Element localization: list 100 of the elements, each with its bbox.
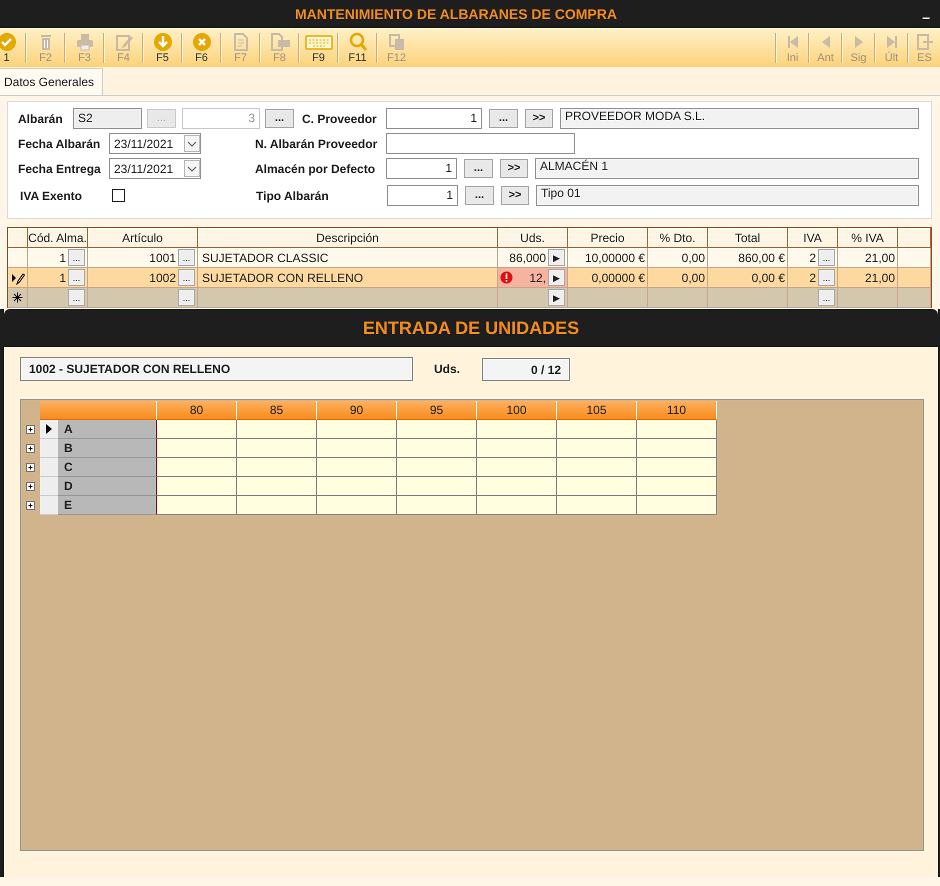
browse-button[interactable]: ... <box>489 109 518 128</box>
browse-button[interactable]: ... <box>178 289 195 306</box>
jump-button[interactable]: >> <box>501 186 529 205</box>
expand-icon[interactable] <box>25 424 36 435</box>
input-cell[interactable] <box>317 439 397 458</box>
input-cell[interactable] <box>397 477 477 496</box>
dropdown-icon[interactable] <box>184 135 200 152</box>
input-cell[interactable] <box>477 458 557 477</box>
expand-icon[interactable] <box>25 500 36 511</box>
input-cell[interactable] <box>157 439 237 458</box>
browse-button[interactable]: ... <box>818 249 835 266</box>
checkbox[interactable] <box>112 189 125 202</box>
dropdown-icon[interactable] <box>184 160 200 177</box>
browse-button[interactable]: ... <box>178 249 195 266</box>
toolbar-button[interactable]: F11 <box>339 30 376 66</box>
input-cell[interactable] <box>157 496 237 515</box>
row-selector[interactable] <box>40 420 58 439</box>
input-cell[interactable] <box>157 458 237 477</box>
toolbar-button[interactable]: 1 <box>0 30 25 66</box>
table-cell: 1 <box>59 250 66 264</box>
input-cell[interactable] <box>637 496 717 515</box>
text-field[interactable] <box>386 133 575 154</box>
input-cell[interactable] <box>557 439 637 458</box>
input-cell[interactable] <box>157 420 237 439</box>
minimize-button[interactable]: – <box>922 3 930 25</box>
jump-button[interactable]: >> <box>525 109 553 128</box>
input-cell[interactable] <box>317 458 397 477</box>
column-header: 105 <box>557 401 637 420</box>
expand-icon[interactable] <box>25 481 36 492</box>
column-header: 100 <box>477 401 557 420</box>
toolbar-button[interactable]: F9 <box>300 30 337 66</box>
table-cell: 0,00 <box>682 270 705 284</box>
input-cell[interactable] <box>237 458 317 477</box>
browse-button[interactable]: ... <box>818 289 835 306</box>
input-cell[interactable] <box>317 477 397 496</box>
browse-button[interactable]: ... <box>68 289 85 306</box>
row-header: A <box>58 420 157 439</box>
input-cell[interactable] <box>237 496 317 515</box>
date-field[interactable]: 23/11/2021 <box>109 158 201 179</box>
input-cell[interactable] <box>637 477 717 496</box>
input-cell[interactable] <box>637 458 717 477</box>
input-cell[interactable] <box>397 458 477 477</box>
table-cell: 2 <box>809 250 816 264</box>
arrow-down-circle-icon <box>152 32 172 52</box>
input-cell[interactable] <box>637 420 717 439</box>
expand-icon[interactable] <box>25 462 36 473</box>
input-cell[interactable] <box>237 439 317 458</box>
browse-button[interactable]: ... <box>818 269 835 286</box>
input-cell[interactable] <box>157 477 237 496</box>
toolbar-button[interactable]: F5 <box>144 30 181 66</box>
column-header: 110 <box>637 401 717 420</box>
code-field[interactable]: 1 <box>387 185 458 206</box>
expand-button[interactable]: ▶ <box>548 249 565 266</box>
series-field[interactable]: S2 <box>73 108 142 129</box>
expand-button[interactable]: ▶ <box>548 289 565 306</box>
input-cell[interactable] <box>317 496 397 515</box>
toolbar-button[interactable]: F6 <box>183 30 220 66</box>
field-label: Fecha Albarán <box>18 136 102 150</box>
table-cell: 10,00000 € <box>584 250 645 264</box>
browse-button[interactable]: ... <box>68 269 85 286</box>
input-cell[interactable] <box>557 496 637 515</box>
expand-button[interactable]: ▶ <box>548 269 565 286</box>
field-label: IVA Exento <box>20 188 84 202</box>
table-cell: 1 <box>59 270 66 284</box>
browse-button[interactable]: ... <box>465 186 494 205</box>
input-cell[interactable] <box>397 420 477 439</box>
column-header: 85 <box>237 401 317 420</box>
printer-icon <box>74 32 94 52</box>
browse-button[interactable]: ... <box>265 109 294 128</box>
input-cell[interactable] <box>637 439 717 458</box>
table-cell: 86,000 <box>509 250 546 264</box>
name-field: Tipo 01 <box>536 185 919 206</box>
row-header: B <box>58 439 157 458</box>
browse-button[interactable]: ... <box>178 269 195 286</box>
input-cell[interactable] <box>477 477 557 496</box>
input-cell[interactable] <box>317 420 397 439</box>
code-field[interactable]: 1 <box>386 108 482 129</box>
input-cell[interactable] <box>237 420 317 439</box>
table-cell: 1001 <box>149 250 176 264</box>
tab[interactable]: Datos Generales <box>0 68 104 95</box>
input-cell[interactable] <box>397 439 477 458</box>
input-cell[interactable] <box>237 477 317 496</box>
jump-button[interactable]: >> <box>500 159 528 178</box>
input-cell[interactable] <box>557 458 637 477</box>
input-cell[interactable] <box>397 496 477 515</box>
table-cell: 0,00 <box>682 250 705 264</box>
column-header: 80 <box>157 401 237 420</box>
input-cell[interactable] <box>557 420 637 439</box>
input-cell[interactable] <box>557 477 637 496</box>
search-icon <box>348 32 368 52</box>
input-cell[interactable] <box>477 439 557 458</box>
input-cell[interactable] <box>477 420 557 439</box>
expand-icon[interactable] <box>25 443 36 454</box>
date-field[interactable]: 23/11/2021 <box>109 133 201 154</box>
field-label: Fecha Entrega <box>18 162 102 176</box>
browse-button[interactable]: ... <box>464 159 493 178</box>
code-field[interactable]: 1 <box>386 158 457 179</box>
browse-button[interactable]: ... <box>68 249 85 266</box>
input-cell[interactable] <box>477 496 557 515</box>
table-cell: 21,00 <box>864 250 895 264</box>
